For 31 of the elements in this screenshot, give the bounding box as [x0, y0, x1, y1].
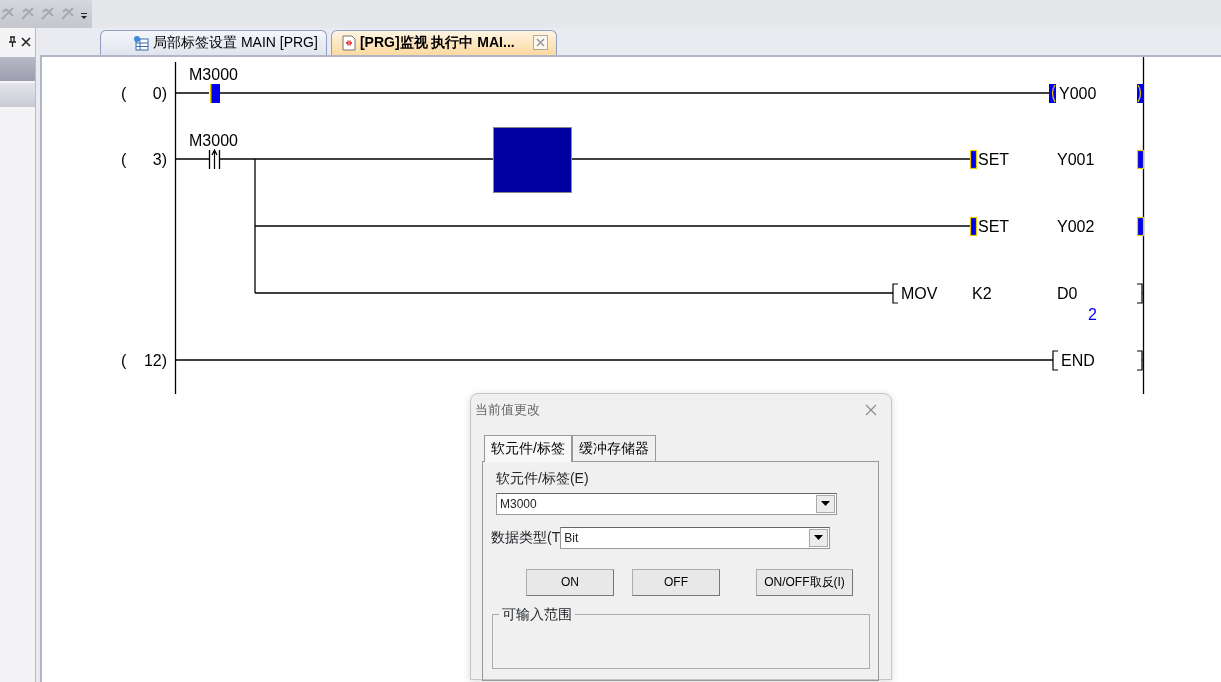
field-label: 数据类型(T — [491, 528, 561, 548]
operand-label: Y002 — [1057, 217, 1095, 235]
document-tab[interactable]: 局部标签设置 MAIN [PRG] — [100, 29, 327, 55]
dialog-button[interactable]: OFF — [632, 568, 720, 596]
dialog-title: 当前值更改 — [475, 401, 540, 420]
instruction-label: END — [1061, 351, 1095, 369]
step-number: 12) — [143, 351, 167, 369]
step-number: ( — [121, 84, 127, 102]
step-number: ( — [121, 150, 127, 168]
device-label: M3000 — [189, 131, 238, 149]
operand-label: Y001 — [1057, 150, 1095, 168]
dialog-button[interactable]: ON — [526, 568, 614, 596]
monitor-value: 2 — [1088, 305, 1097, 323]
group-label: 可输入范围 — [499, 604, 575, 623]
field-label: 软元件/标签(E) — [496, 468, 589, 488]
dialog-tab[interactable]: 软元件/标签 — [484, 434, 572, 462]
combo-box[interactable]: Bit — [560, 526, 831, 549]
step-number: 3) — [152, 150, 167, 168]
step-number: ( — [121, 351, 127, 369]
operand-label: D0 — [1057, 284, 1078, 302]
combo-box[interactable]: M3000 — [496, 492, 837, 515]
device-label: M3000 — [189, 65, 238, 83]
instruction-label: MOV — [901, 284, 938, 302]
document-tab[interactable]: [PRG]监视 执行中 MAI... — [330, 29, 557, 55]
instruction-label: SET — [978, 150, 1010, 168]
operand-label: K2 — [972, 284, 992, 302]
coil-device-label: Y000 — [1059, 84, 1097, 102]
dialog-button[interactable]: ON/OFF取反(I) — [756, 568, 853, 596]
dialog-tab[interactable]: 缓冲存储器 — [571, 434, 656, 461]
instruction-label: SET — [978, 217, 1010, 235]
step-number: 0) — [152, 84, 167, 102]
